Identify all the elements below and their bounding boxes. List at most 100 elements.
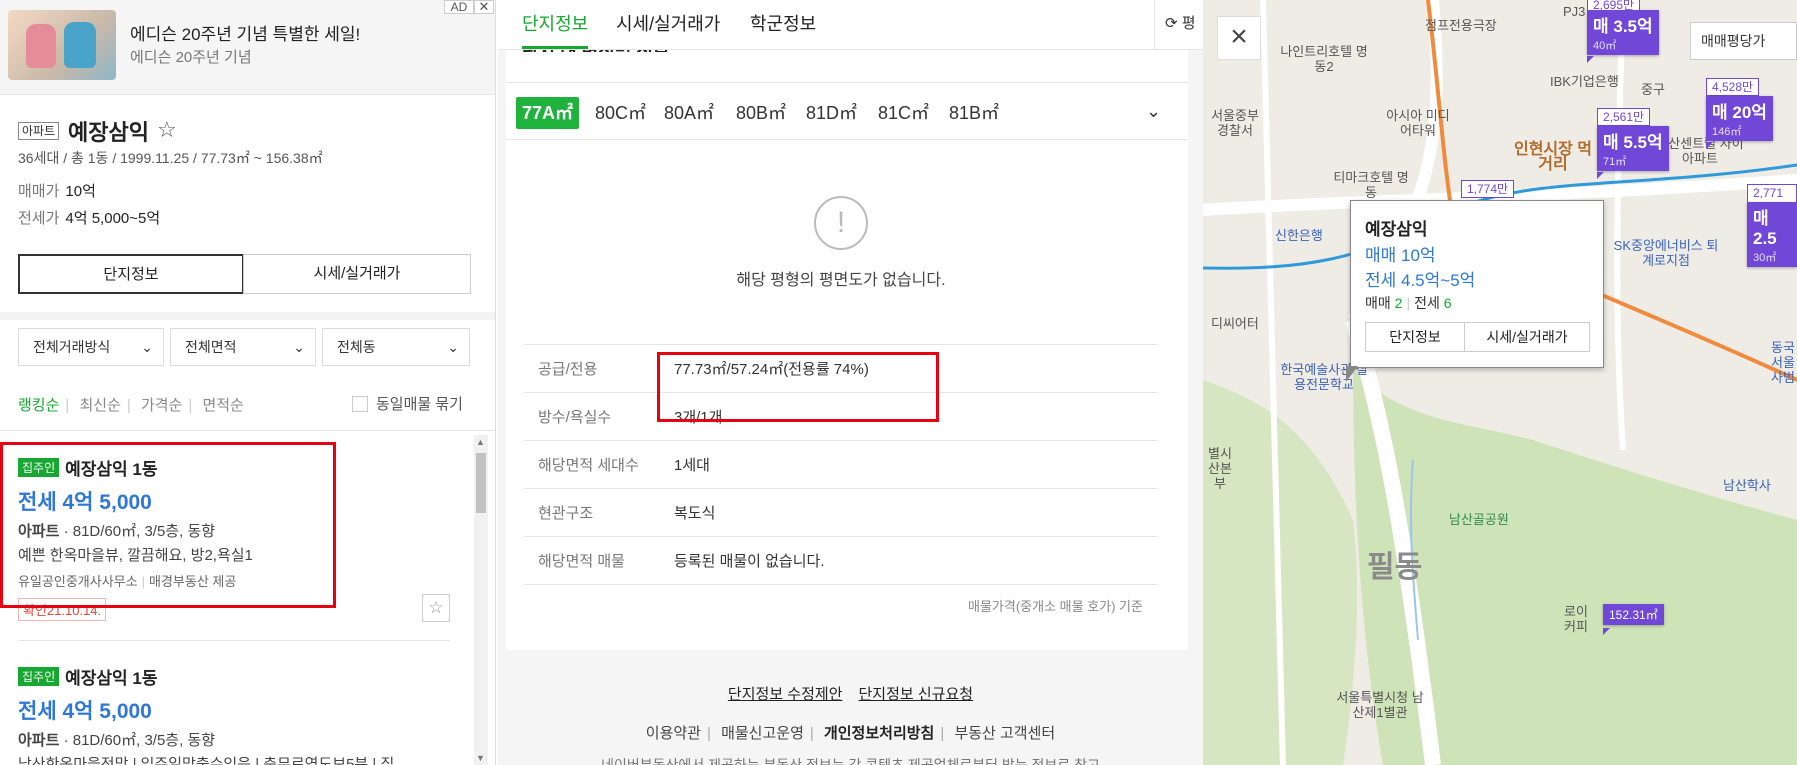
listing-title[interactable]: 예장삼익 1동: [65, 460, 157, 479]
owner-badge: 집주인: [18, 458, 60, 477]
tab-school-info[interactable]: 학군정보: [750, 10, 816, 36]
price-marker[interactable]: 매 3.5억 40㎡: [1587, 10, 1659, 55]
popup-title: 예장삼익: [1365, 220, 1428, 239]
footer: [498, 652, 1203, 765]
complex-name: 예장삼익: [68, 120, 149, 145]
map-label: 중구: [1641, 82, 1665, 97]
row-value: 등록된 매물이 없습니다.: [660, 536, 1158, 585]
ad-title[interactable]: 에디슨 20주년 기념 특별한 세일!: [130, 20, 360, 45]
list-item[interactable]: 집주인 예장삼익 1동 전세 4억 5,000 아파트 · 81D/60㎡, 3/…: [18, 664, 448, 765]
map-label: 신한은행: [1275, 228, 1323, 243]
chevron-down-icon[interactable]: ⌄: [1146, 101, 1161, 122]
edit-suggest-link[interactable]: 단지정보 수정제안: [728, 686, 843, 703]
row-label: 방수/욕실수: [524, 392, 660, 441]
marker-unit-price[interactable]: 1,774만: [1461, 180, 1515, 198]
active-tab-underline: [522, 46, 588, 49]
customer-center-link[interactable]: 부동산 고객센터: [954, 725, 1055, 742]
sort-price[interactable]: 가격순: [141, 397, 182, 414]
checkbox-icon[interactable]: [352, 396, 368, 412]
listing-title[interactable]: 예장삼익 1동: [65, 669, 157, 688]
area-dropdown[interactable]: 전체면적 ⌄: [170, 328, 316, 366]
tab-price-history[interactable]: 시세/실거래가: [243, 254, 471, 294]
agent-name[interactable]: 유일공인중개사사무소: [18, 574, 138, 589]
tab-complex-info[interactable]: 단지정보: [18, 254, 244, 294]
popup-price-button[interactable]: 시세/실거래가: [1464, 322, 1590, 352]
marker-unit-price[interactable]: 2,561만: [1597, 108, 1651, 126]
marker-unit-price[interactable]: 4,528만: [1706, 78, 1760, 96]
listing-spec: 아파트 · 81D/60㎡, 3/5층, 동향: [18, 732, 216, 749]
area-value: 전체면적: [185, 339, 237, 355]
scrollbar-thumb[interactable]: [476, 453, 486, 513]
price-marker[interactable]: 매 20억 146㎡: [1706, 96, 1773, 141]
sale-price-row: 매매가 10억: [18, 180, 96, 201]
chevron-down-icon: ⌄: [293, 339, 305, 355]
sort-area[interactable]: 면적순: [202, 397, 243, 414]
map-label: 점프전용극장: [1425, 18, 1497, 33]
area-tab[interactable]: 80A㎡: [664, 97, 714, 129]
area-tab[interactable]: 81D㎡: [806, 97, 857, 129]
price-basis-note: 매물가격(중개소 매물 호가) 기준: [968, 599, 1143, 614]
map-label: 아시아 미디어타워: [1386, 108, 1450, 138]
marker-area: 71㎡: [1603, 156, 1627, 168]
map-label: 남산학사: [1723, 478, 1771, 493]
listing-spec-detail: 81D/60㎡, 3/5층, 동향: [72, 523, 216, 540]
marker-area: 40㎡: [1593, 40, 1617, 52]
jeonse-price-value: 4억 5,000~5억: [65, 210, 161, 227]
no-floorplan-message: 해당 평형의 평면도가 없습니다.: [736, 272, 946, 289]
list-scrollbar[interactable]: ▲ ▼: [474, 435, 488, 765]
price-marker[interactable]: 152.31㎡: [1603, 604, 1664, 625]
dong-value: 전체동: [337, 339, 376, 355]
price-type-select[interactable]: 매매평당가: [1690, 22, 1797, 60]
map-label: 로이 커피: [1564, 604, 1588, 634]
listing-price: 전세 4억 5,000: [18, 491, 152, 514]
marker-price: 매 5.5억: [1603, 133, 1663, 152]
terms-link[interactable]: 이용약관: [646, 725, 701, 742]
favorite-star-icon[interactable]: ☆: [157, 117, 177, 143]
area-tab[interactable]: 80C㎡: [595, 97, 646, 129]
area-tab[interactable]: 81B㎡: [949, 97, 999, 129]
refresh-pyeong-button[interactable]: ⟳ 평: [1154, 0, 1203, 50]
new-request-link[interactable]: 단지정보 신규요청: [859, 686, 974, 703]
map-view[interactable]: 점프전용극장 PJ3 나인트리호텔 명동2 아시아 미디어타워 IBK기업은행 …: [1203, 0, 1797, 765]
marker-tail: [1603, 628, 1610, 635]
popup-info-button[interactable]: 단지정보: [1365, 322, 1465, 352]
table-row: 해당면적 세대수 1세대: [524, 440, 1158, 489]
marker-price: 매 20억: [1712, 103, 1767, 122]
privacy-link[interactable]: 개인정보처리방침: [824, 725, 934, 742]
provider-name: 매경부동산 제공: [149, 574, 237, 589]
popup-tail: [1346, 366, 1358, 382]
list-item[interactable]: 집주인 예장삼익 1동 전세 4억 5,000 아파트 · 81D/60㎡, 3/…: [18, 455, 448, 590]
listing-favorite-star-icon[interactable]: ☆: [422, 594, 450, 622]
area-tab[interactable]: 81C㎡: [878, 97, 929, 129]
close-icon[interactable]: ×: [1217, 16, 1261, 60]
ad-image[interactable]: [8, 10, 116, 80]
owner-badge: 집주인: [18, 667, 60, 686]
table-row: 공급/전용 77.73㎡/57.24㎡(전용률 74%): [524, 344, 1158, 393]
scroll-up-icon[interactable]: ▲: [476, 437, 485, 447]
price-marker[interactable]: 매 5.5억 71㎡: [1597, 126, 1669, 171]
complex-meta: 36세대 / 총 1동 / 1999.11.25 / 77.73㎡ ~ 156.…: [18, 150, 323, 166]
tab-price-history[interactable]: 시세/실거래가: [616, 10, 720, 36]
listing-spec: 아파트 · 81D/60㎡, 3/5층, 동향: [18, 523, 216, 540]
tab-complex-info[interactable]: 단지정보: [522, 10, 588, 36]
row-value: 1세대: [660, 440, 1158, 489]
section-divider: [0, 312, 495, 320]
area-tab[interactable]: 77A㎡: [516, 97, 580, 129]
group-same-listings-checkbox[interactable]: 동일매물 묶기: [352, 393, 463, 414]
trade-type-dropdown[interactable]: 전체거래방식 ⌄: [18, 328, 164, 366]
sale-count-label: 매매: [1365, 295, 1391, 311]
sort-latest[interactable]: 최신순: [79, 397, 120, 414]
map-label: 남산골공원: [1449, 512, 1509, 527]
listing-description: 남산한옥마을전망 | 입주일맞출수있음 | 충무로역도보5분 | 집...: [18, 756, 407, 765]
popup-listing-counts: 매매 2 | 전세 6: [1365, 295, 1452, 311]
ad-banner[interactable]: 에디슨 20주년 기념 특별한 세일! 에디슨 20주년 기념 AD ✕: [0, 0, 495, 95]
area-tab[interactable]: 80B㎡: [736, 97, 786, 129]
sort-bar: 랭킹순 | 최신순 | 가격순 | 면적순: [18, 397, 244, 414]
report-link[interactable]: 매물신고운영: [721, 725, 804, 742]
map-label: 별시 산본부: [1208, 446, 1232, 491]
sort-ranking[interactable]: 랭킹순: [18, 397, 59, 414]
dong-dropdown[interactable]: 전체동 ⌄: [322, 328, 470, 366]
ad-close-icon[interactable]: ✕: [474, 0, 494, 14]
price-marker[interactable]: 매 2.5 30㎡: [1747, 202, 1797, 267]
scroll-down-icon[interactable]: ▼: [476, 753, 485, 763]
